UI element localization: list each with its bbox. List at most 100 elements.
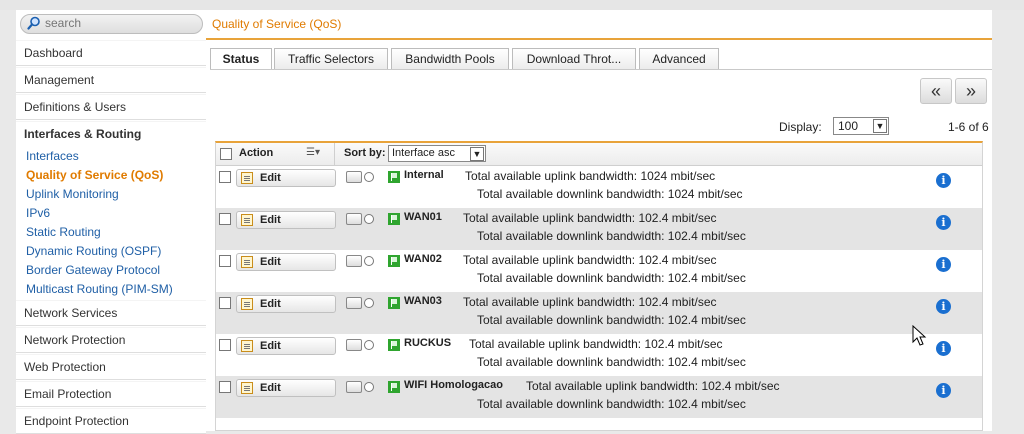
info-icon[interactable]: i	[936, 257, 951, 272]
flag-icon	[388, 381, 400, 393]
display-value: 100	[838, 119, 859, 133]
page-title: Quality of Service (QoS)	[212, 17, 342, 31]
info-icon[interactable]: i	[936, 341, 951, 356]
downlink-bandwidth: Total available downlink bandwidth: 102.…	[477, 397, 746, 411]
sidebar-subitem-interfaces[interactable]: Interfaces	[26, 147, 79, 165]
tab-bandwidth-pools[interactable]: Bandwidth Pools	[391, 48, 509, 69]
flag-icon	[388, 297, 400, 309]
edit-icon	[241, 214, 253, 226]
edit-icon	[241, 256, 253, 268]
sidebar-item-endpoint-protection[interactable]: Endpoint Protection	[16, 408, 206, 434]
sidebar-item-network-protection[interactable]: Network Protection	[16, 327, 206, 353]
edit-label: Edit	[260, 256, 281, 268]
sidebar-subitem-uplink-monitoring[interactable]: Uplink Monitoring	[26, 185, 119, 203]
edit-icon	[241, 172, 253, 184]
page-range: 1-6 of 6	[948, 120, 989, 134]
main-panel: Quality of Service (QoS) Status Traffic …	[206, 10, 992, 431]
sidebar-item-management[interactable]: Management	[16, 67, 206, 93]
tab-divider	[210, 69, 992, 70]
flag-icon	[388, 171, 400, 183]
display-label: Display:	[779, 120, 822, 134]
sidebar-subitem-static-routing[interactable]: Static Routing	[26, 223, 101, 241]
sidebar-item-email-protection[interactable]: Email Protection	[16, 381, 206, 407]
downlink-bandwidth: Total available downlink bandwidth: 102.…	[477, 229, 746, 243]
edit-label: Edit	[260, 298, 281, 310]
edit-button[interactable]: Edit	[236, 337, 336, 355]
edit-icon	[241, 298, 253, 310]
edit-label: Edit	[260, 172, 281, 184]
edit-label: Edit	[260, 214, 281, 226]
mouse-cursor-icon	[912, 325, 927, 346]
display-select[interactable]: 100 ▼	[833, 117, 889, 135]
row-checkbox[interactable]	[219, 381, 231, 393]
row-checkbox[interactable]	[219, 171, 231, 183]
sort-select[interactable]: Interface asc ▼	[388, 145, 486, 162]
sidebar-item-dashboard[interactable]: Dashboard	[16, 40, 206, 66]
sidebar: Dashboard Management Definitions & Users…	[16, 10, 207, 434]
tab-traffic-selectors[interactable]: Traffic Selectors	[274, 48, 388, 69]
sidebar-item-definitions-users[interactable]: Definitions & Users	[16, 94, 206, 120]
prev-page-button[interactable]: «	[920, 78, 952, 104]
sidebar-subitem-multicast[interactable]: Multicast Routing (PIM-SM)	[26, 280, 173, 298]
tab-advanced[interactable]: Advanced	[639, 48, 719, 69]
status-toggle[interactable]	[346, 339, 378, 352]
flag-icon	[388, 255, 400, 267]
tab-download-throttling[interactable]: Download Throt...	[512, 48, 636, 69]
tab-status[interactable]: Status	[210, 48, 272, 70]
row-checkbox[interactable]	[219, 339, 231, 351]
interface-name: WAN01	[404, 211, 442, 223]
edit-icon	[241, 340, 253, 352]
sidebar-subitem-bgp[interactable]: Border Gateway Protocol	[26, 261, 160, 279]
top-strip	[0, 0, 1024, 10]
sidebar-item-interfaces-routing[interactable]: Interfaces & Routing	[16, 121, 206, 147]
uplink-bandwidth: Total available uplink bandwidth: 1024 m…	[465, 169, 716, 183]
edit-label: Edit	[260, 340, 281, 352]
downlink-bandwidth: Total available downlink bandwidth: 102.…	[477, 313, 746, 327]
row-checkbox[interactable]	[219, 297, 231, 309]
flag-icon	[388, 213, 400, 225]
edit-button[interactable]: Edit	[236, 211, 336, 229]
info-icon[interactable]: i	[936, 299, 951, 314]
chevron-down-icon: ▼	[873, 119, 887, 133]
info-icon[interactable]: i	[936, 215, 951, 230]
sidebar-subitem-ospf[interactable]: Dynamic Routing (OSPF)	[26, 242, 161, 260]
edit-label: Edit	[260, 382, 281, 394]
sidebar-subitem-ipv6[interactable]: IPv6	[26, 204, 50, 222]
info-icon[interactable]: i	[936, 383, 951, 398]
info-icon[interactable]: i	[936, 173, 951, 188]
edit-button[interactable]: Edit	[236, 253, 336, 271]
row-checkbox[interactable]	[219, 213, 231, 225]
status-toggle[interactable]	[346, 171, 378, 184]
interface-name: Internal	[404, 169, 444, 181]
interface-name: RUCKUS	[404, 337, 452, 349]
sort-value: Interface asc	[392, 147, 455, 159]
select-all-checkbox[interactable]	[220, 148, 232, 160]
sidebar-item-network-services[interactable]: Network Services	[16, 300, 206, 326]
next-page-button[interactable]: »	[955, 78, 987, 104]
table-header: Action ☰▾ Sort by: Interface asc ▼	[216, 143, 982, 166]
table-row: Edit RUCKUS Total available uplink bandw…	[216, 334, 982, 376]
downlink-bandwidth: Total available downlink bandwidth: 102.…	[477, 355, 746, 369]
status-toggle[interactable]	[346, 297, 378, 310]
status-toggle[interactable]	[346, 381, 378, 394]
edit-icon	[241, 382, 253, 394]
sort-label: Sort by:	[344, 147, 386, 159]
list-options-icon[interactable]: ☰▾	[306, 147, 320, 158]
edit-button[interactable]: Edit	[236, 295, 336, 313]
edit-button[interactable]: Edit	[236, 379, 336, 397]
row-checkbox[interactable]	[219, 255, 231, 267]
table-row: Edit Internal Total available uplink ban…	[216, 166, 982, 208]
sidebar-item-web-protection[interactable]: Web Protection	[16, 354, 206, 380]
flag-icon	[388, 339, 400, 351]
status-toggle[interactable]	[346, 213, 378, 226]
sidebar-subitem-qos[interactable]: Quality of Service (QoS)	[26, 166, 163, 184]
search-input[interactable]	[45, 16, 195, 30]
qos-status-table: Action ☰▾ Sort by: Interface asc ▼ Edit …	[215, 141, 983, 431]
search-box[interactable]	[20, 14, 203, 34]
title-bar: Quality of Service (QoS)	[206, 10, 992, 40]
table-row: Edit WAN02 Total available uplink bandwi…	[216, 250, 982, 292]
search-icon	[27, 16, 40, 30]
status-toggle[interactable]	[346, 255, 378, 268]
edit-button[interactable]: Edit	[236, 169, 336, 187]
action-header: Action	[239, 147, 274, 159]
